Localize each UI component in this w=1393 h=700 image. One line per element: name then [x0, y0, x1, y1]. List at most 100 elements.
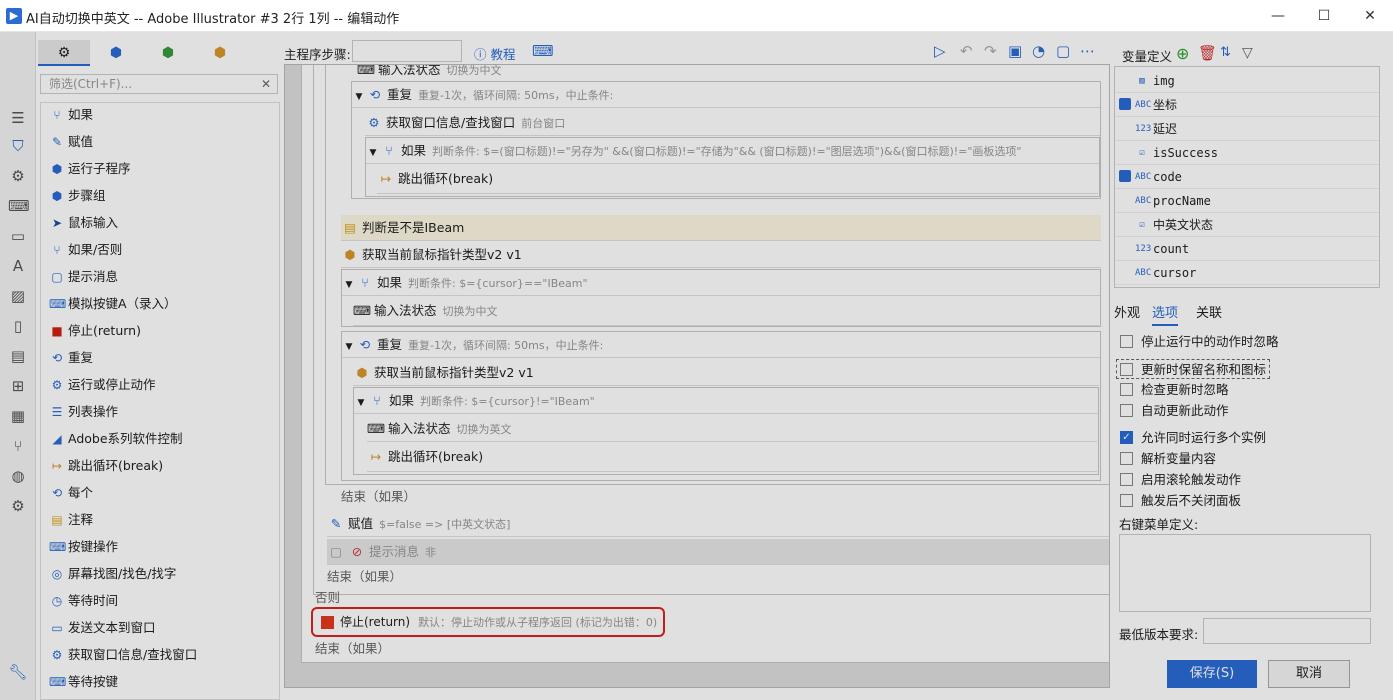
menu-icon[interactable]: ☰ — [8, 108, 28, 128]
option-checkbox[interactable]: 启用滚轮触发动作 — [1120, 470, 1241, 490]
toolbox-item[interactable]: ⑂ 如果/否则 — [49, 238, 122, 262]
min-version-input[interactable] — [1203, 618, 1371, 644]
more-icon[interactable]: ⋯ — [1080, 42, 1095, 60]
tutorial-link[interactable]: ⓘ 教程 — [474, 44, 515, 63]
collapse-icon[interactable]: ▼ — [342, 272, 356, 295]
step-break-1[interactable]: ↦ 跳出循环(break) — [377, 166, 1098, 194]
save-icon[interactable]: ▣ — [1008, 42, 1022, 60]
branch-icon[interactable]: ⑂ — [8, 436, 28, 456]
step-get-cursor-1[interactable]: ⬢ 获取当前鼠标指针类型v2 v1 — [341, 242, 1101, 268]
toolbox-item[interactable]: ◎ 屏幕找图/找色/找字 — [49, 562, 177, 586]
collapse-icon[interactable]: ▼ — [342, 334, 356, 357]
option-checkbox[interactable]: 更新时保留名称和图标 — [1116, 359, 1271, 379]
toolbox-item[interactable]: ⌨ 模拟按键A（录入） — [49, 292, 177, 316]
tab-gears-icon[interactable]: ⚙ — [38, 40, 90, 66]
clear-filter-icon[interactable]: ✕ — [261, 75, 271, 93]
toolbox-item[interactable]: ▤ 注释 — [49, 508, 93, 532]
checkbox[interactable] — [1120, 494, 1133, 507]
variable-item[interactable]: ☑ isSuccess — [1115, 141, 1379, 165]
tab-green-cubes-icon[interactable]: ⬢ — [142, 40, 194, 66]
toolbox-item[interactable]: ⑂ 如果 — [49, 103, 93, 127]
toolbox-item[interactable]: ↦ 跳出循环(break) — [49, 454, 163, 478]
toolbox-item[interactable]: ⌨ 等待按键 — [49, 670, 118, 694]
document-icon[interactable]: ▤ — [8, 346, 28, 366]
step-if-1[interactable]: ▼ ⑂ 如果 判断条件: $=(窗口标题)!="另存为" &&(窗口标题)!="存储为… — [366, 138, 1099, 164]
checkbox[interactable] — [1120, 404, 1133, 417]
step-get-cursor-2[interactable]: ⬢ 获取当前鼠标指针类型v2 v1 — [353, 360, 1099, 386]
variable-item[interactable]: ▨ img — [1115, 69, 1379, 93]
toolbox-item[interactable]: ✎ 赋值 — [49, 130, 93, 154]
toolbox-item[interactable]: ◢ Adobe系列软件控制 — [49, 427, 182, 451]
toolbox-item[interactable]: ⟲ 每个 — [49, 481, 93, 505]
filter-icon[interactable]: ▽ — [1242, 45, 1253, 61]
option-checkbox[interactable]: 检查更新时忽略 — [1120, 380, 1229, 400]
option-checkbox[interactable]: 触发后不关闭面板 — [1120, 491, 1241, 511]
variable-item[interactable]: 123 count — [1115, 237, 1379, 261]
toolbox-item[interactable]: ⚙ 运行或停止动作 — [49, 373, 156, 397]
image-icon[interactable]: ▨ — [8, 286, 28, 306]
undo-icon[interactable]: ↶ — [960, 42, 973, 60]
option-checkbox[interactable]: 解析变量内容 — [1120, 449, 1216, 469]
option-checkbox[interactable]: 自动更新此动作 — [1120, 401, 1229, 421]
step-ime-en[interactable]: ⌨ 输入法状态 切换为英文 — [367, 416, 1097, 442]
settings-icon[interactable]: ⚙ — [8, 166, 28, 186]
toolbox-item[interactable]: ▭ 发送文本到窗口 — [49, 616, 155, 640]
grid-icon[interactable]: ▦ — [8, 406, 28, 426]
minimize-button[interactable]: — — [1255, 0, 1301, 32]
toolbox-item[interactable]: ☰ 列表操作 — [49, 400, 118, 424]
tab-blue-cubes-icon[interactable]: ⬢ — [90, 40, 142, 66]
collapse-icon[interactable]: ▼ — [354, 390, 368, 413]
variable-item[interactable]: ABC cursor — [1115, 261, 1379, 285]
option-checkbox[interactable]: 停止运行中的动作时忽略 — [1120, 332, 1279, 352]
add-variable-icon[interactable]: ⊕ — [1176, 44, 1189, 63]
toolbox-item[interactable]: ⌨ 按键操作 — [49, 535, 118, 559]
delete-variable-icon[interactable]: 🗑︎ — [1198, 44, 1217, 62]
toolbox-item[interactable]: ⚙ 获取窗口信息/查找窗口 — [49, 643, 198, 667]
variable-item[interactable]: 123 延迟 — [1115, 117, 1379, 141]
step-break-2[interactable]: ↦ 跳出循环(break) — [367, 444, 1097, 472]
checkbox[interactable] — [1120, 335, 1133, 348]
toolbox-item[interactable]: ⟲ 重复 — [49, 346, 93, 370]
tab-appearance[interactable]: 外观 — [1114, 302, 1140, 321]
checkbox-checked[interactable]: ✓ — [1120, 431, 1133, 444]
checkbox[interactable] — [1120, 363, 1133, 376]
step-assign[interactable]: ✎ 赋值 $=false => [中英文状态] — [327, 511, 1109, 537]
gears-icon[interactable]: ⚙ — [8, 496, 28, 516]
step-search-input[interactable] — [352, 40, 462, 62]
checkbox[interactable] — [1120, 452, 1133, 465]
window-icon[interactable]: ▭ — [8, 226, 28, 246]
keyboard-icon[interactable]: ⌨ — [8, 196, 30, 216]
variable-item[interactable]: ABC 坐标 — [1115, 93, 1379, 117]
maximize-button[interactable]: ☐ — [1301, 0, 1347, 32]
sort-icon[interactable]: ⇅ — [1220, 45, 1231, 60]
history-icon[interactable]: ◔ — [1032, 42, 1045, 60]
filter-input[interactable]: 筛选(Ctrl+F)... ✕ — [40, 74, 278, 94]
save-button[interactable]: 保存(S) — [1167, 660, 1257, 688]
keyboard-icon[interactable]: ⌨ — [532, 42, 554, 60]
toolbox-item[interactable]: ⬢ 步骤组 — [49, 184, 106, 208]
variable-item[interactable]: ABC code — [1115, 165, 1379, 189]
globe-icon[interactable]: ◍ — [8, 466, 28, 486]
checkbox[interactable] — [1120, 473, 1133, 486]
step-if-3[interactable]: ▼ ⑂ 如果 判断条件: $={cursor}!="IBeam" — [354, 388, 1098, 414]
context-menu-textarea[interactable] — [1119, 534, 1371, 612]
variable-item[interactable]: ABC procName — [1115, 189, 1379, 213]
step-get-window[interactable]: ⚙ 获取窗口信息/查找窗口 前台窗口 — [365, 110, 1100, 136]
step-if-2[interactable]: ▼ ⑂ 如果 判断条件: $={cursor}=="IBeam" — [342, 270, 1100, 296]
windows-icon[interactable]: ⊞ — [8, 376, 28, 396]
collapse-icon[interactable]: ▼ — [352, 84, 366, 107]
font-icon[interactable]: A — [8, 256, 28, 276]
clipboard-icon[interactable]: ▯ — [8, 316, 28, 336]
toolbox-item[interactable]: ◷ 等待时间 — [49, 589, 118, 613]
tab-association[interactable]: 关联 — [1196, 302, 1222, 321]
tab-options[interactable]: 选项 — [1152, 302, 1179, 326]
step-repeat-1[interactable]: ▼ ⟲ 重复 重复-1次，循环间隔: 50ms，中止条件: — [352, 82, 1100, 108]
step-repeat-2[interactable]: ▼ ⟲ 重复 重复-1次，循环间隔: 50ms，中止条件: — [342, 332, 1100, 358]
note-icon[interactable]: ▢ — [1056, 42, 1070, 60]
cancel-button[interactable]: 取消 — [1268, 660, 1350, 688]
step-message-disabled[interactable]: ▢ ⊘ 提示消息非 — [327, 539, 1109, 565]
run-icon[interactable]: ▷ — [934, 42, 946, 60]
checkbox[interactable] — [1120, 383, 1133, 396]
toolbox-item[interactable]: ➤ 鼠标输入 — [49, 211, 118, 235]
step-note[interactable]: ▤ 判断是不是IBeam — [341, 215, 1101, 241]
